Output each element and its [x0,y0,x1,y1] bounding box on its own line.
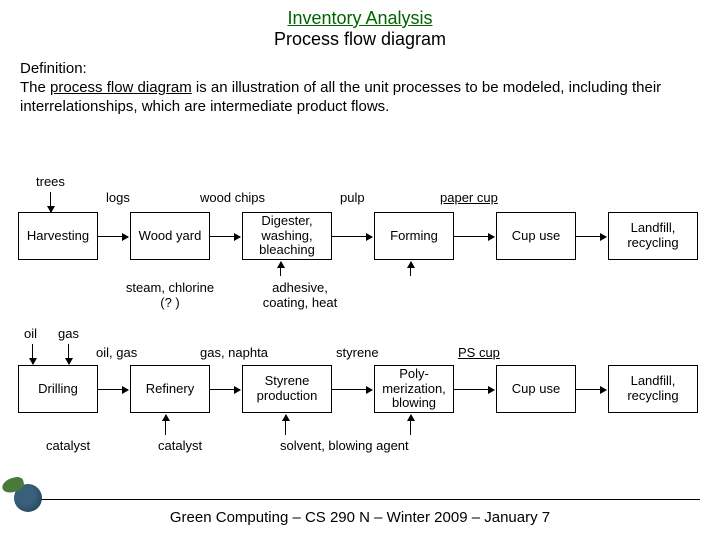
page-title-2: Process flow diagram [0,29,720,50]
aux-catalyst2: catalyst [158,438,202,453]
flow-logs: logs [106,190,130,205]
row2-input-gas: gas [58,326,79,341]
arrow-gas-down [68,344,69,364]
definition-term: process flow diagram [50,79,192,96]
page-title-1: Inventory Analysis [0,8,720,29]
arrow-r1-2 [210,236,240,237]
flow-gasnaphta: gas, naphta [200,345,268,360]
box-landfill2: Landfill, recycling [608,365,698,413]
flow-styrene: styrene [336,345,379,360]
aux-solvent: solvent, blowing agent [280,438,409,453]
row1-input-trees: trees [36,174,65,189]
arrow-oil-down [32,344,33,364]
arrow-r1-3 [332,236,372,237]
flow-oilgas: oil, gas [96,345,137,360]
arrow-r1-4 [454,236,494,237]
flow-pscup: PS cup [458,345,500,360]
arrow-cat1-up [165,415,166,435]
arrow-r2-2 [210,389,240,390]
box-forming: Forming [374,212,454,260]
arrow-r1-1 [98,236,128,237]
aux-catalyst1: catalyst [46,438,90,453]
flow-woodchips: wood chips [200,190,265,205]
box-cupuse1: Cup use [496,212,576,260]
box-harvesting: Harvesting [18,212,98,260]
flow-pulp: pulp [340,190,365,205]
box-woodyard: Wood yard [130,212,210,260]
box-digester: Digester, washing, bleaching [242,212,332,260]
box-polymerization: Poly-merization, blowing [374,365,454,413]
arrow-cat2-up [285,415,286,435]
arrow-r2-5 [576,389,606,390]
box-styreneprod: Styrene production [242,365,332,413]
box-refinery: Refinery [130,365,210,413]
arrow-aux1-up [280,262,281,276]
arrow-solvent-up [410,415,411,435]
definition-the: The [20,79,50,96]
arrow-r1-5 [576,236,606,237]
arrow-trees-down [50,192,51,212]
arrow-r2-4 [454,389,494,390]
box-drilling: Drilling [18,365,98,413]
arrow-aux2-up [410,262,411,276]
box-cupuse2: Cup use [496,365,576,413]
footer-divider [20,499,700,500]
arrow-r2-3 [332,389,372,390]
aux-steam: steam, chlorine (? ) [120,280,220,310]
arrow-r2-1 [98,389,128,390]
flow-papercup: paper cup [440,190,498,205]
definition-lead: Definition: [20,60,87,77]
footer-text: Green Computing – CS 290 N – Winter 2009… [0,509,720,526]
box-landfill1: Landfill, recycling [608,212,698,260]
row2-input-oil: oil [24,326,37,341]
definition-block: Definition: The process flow diagram is … [0,50,720,116]
logo-icon [14,484,42,512]
aux-adhesive: adhesive, coating, heat [250,280,350,310]
